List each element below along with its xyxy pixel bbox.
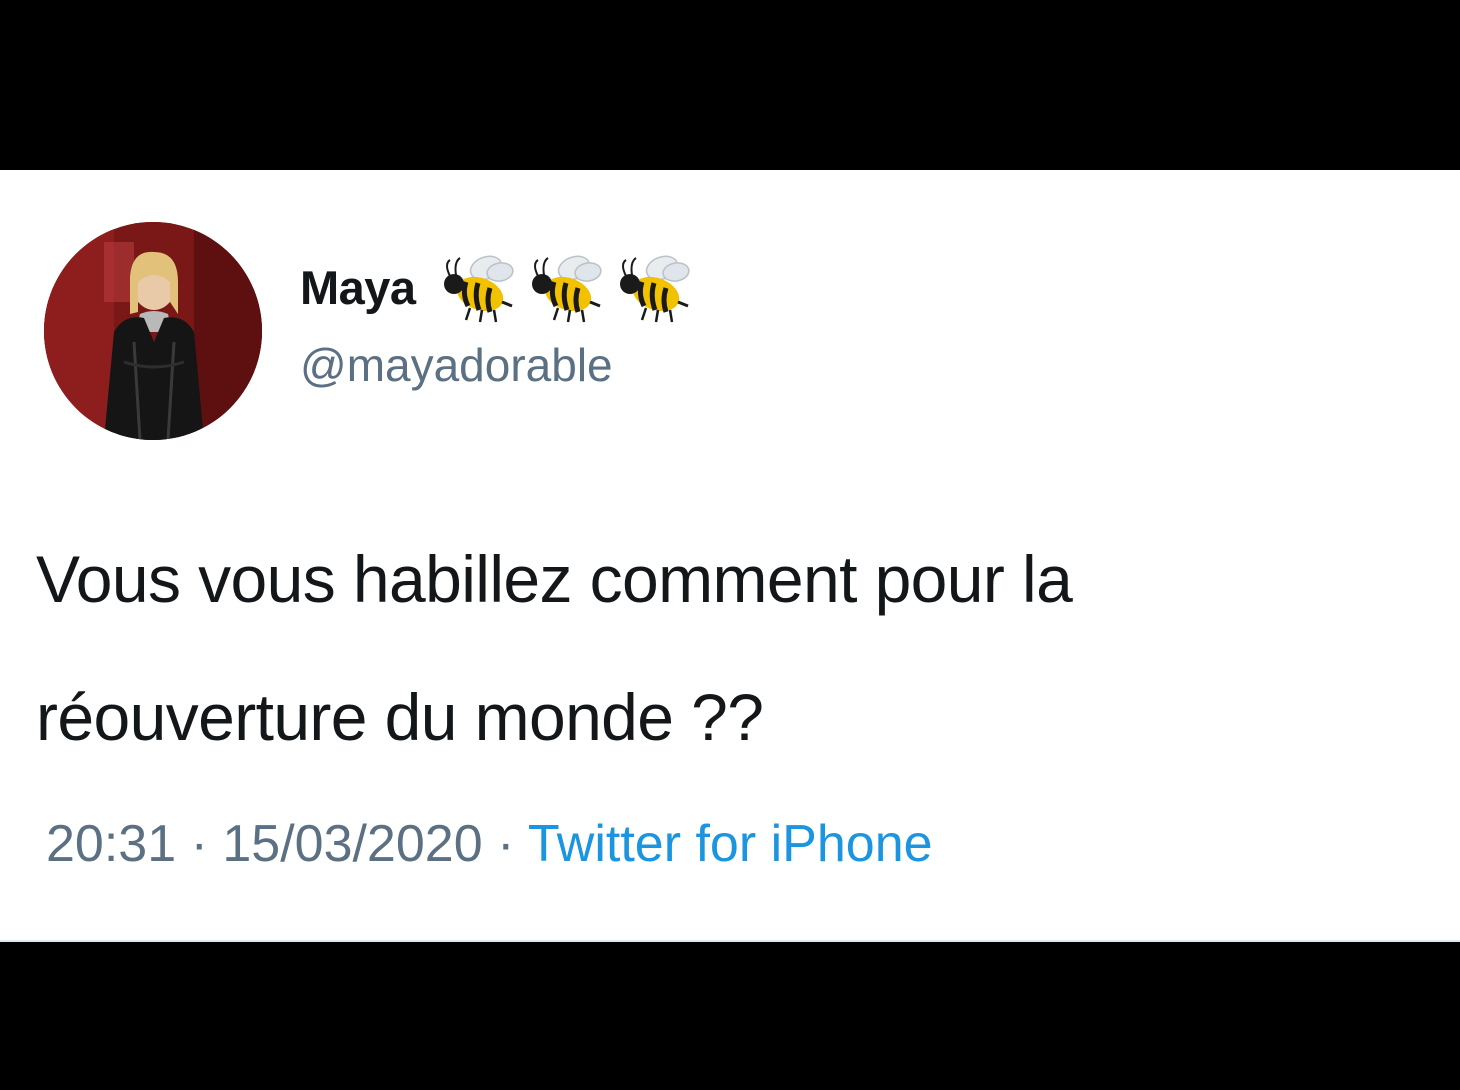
tweet-text: Vous vous habillez comment pour la réouv… [36,510,1456,786]
tweet-date[interactable]: 15/03/2020 [222,815,482,873]
bee-icon [531,255,602,323]
avatar[interactable] [44,222,262,440]
bee-icon [443,255,514,323]
divider [0,940,1460,942]
author-display-name[interactable]: Maya [300,260,416,315]
avatar-photo [44,222,262,440]
tweet-time[interactable]: 20:31 [46,815,176,873]
separator: · [497,815,528,873]
tweet-card: Maya @mayadorable Vous vous habillez com… [0,170,1460,942]
bee-icon [619,255,690,323]
tweet-metadata: 20:31 · 15/03/2020 · Twitter for iPhone [46,814,933,874]
tweet-text-line: réouverture du monde ?? [36,680,764,754]
name-emojis [436,250,700,324]
separator: · [190,815,223,873]
author-name-row[interactable]: Maya [300,250,700,324]
tweet-text-line: Vous vous habillez comment pour la [36,542,1073,616]
tweet-source-link[interactable]: Twitter for iPhone [528,815,933,873]
author-handle[interactable]: @mayadorable [300,338,613,392]
